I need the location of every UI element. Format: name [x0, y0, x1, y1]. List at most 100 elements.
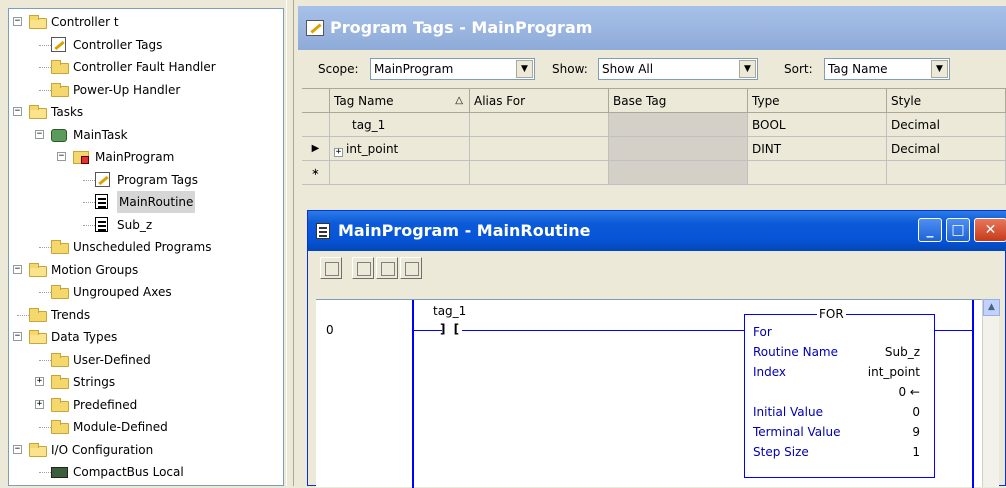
cell-alias[interactable] — [470, 113, 609, 137]
cell-type[interactable]: BOOL — [748, 113, 887, 137]
accept-edits-icon[interactable] — [352, 257, 374, 279]
tags-icon — [51, 36, 66, 52]
tree-item[interactable]: − MainProgram — [9, 146, 279, 168]
tree-item-label: Data Types — [51, 330, 118, 344]
rung-wire — [935, 330, 972, 331]
cell-name[interactable]: + int_point — [330, 137, 470, 161]
close-button[interactable]: ✕ — [974, 218, 1006, 242]
collapse-icon[interactable]: − — [35, 129, 44, 139]
for-param-label: Terminal Value — [753, 425, 841, 439]
tree-item[interactable]: − Controller t — [9, 11, 279, 33]
rung-number: 0 — [326, 323, 334, 337]
collapse-icon[interactable]: − — [13, 17, 22, 26]
program-tags-titlebar[interactable]: Program Tags - MainProgram — [298, 6, 1006, 50]
minimize-button[interactable]: _ — [918, 218, 942, 242]
tree-item[interactable]: Power-Up Handler — [9, 79, 279, 101]
collapse-icon[interactable]: − — [13, 264, 22, 274]
for-param-label: Routine Name — [753, 345, 838, 359]
cell-base[interactable] — [609, 137, 748, 161]
cell-name[interactable]: tag_1 — [330, 113, 470, 137]
for-instruction-block[interactable]: FOR For Routine Name Sub_z Index int_point 0… — [744, 307, 935, 478]
expand-icon[interactable]: + — [334, 148, 343, 157]
main-routine-titlebar[interactable]: MainProgram - MainRoutine _ □ ✕ — [308, 211, 1006, 251]
cell-style[interactable]: Decimal — [887, 113, 1006, 137]
row-header[interactable]: ∗ — [302, 161, 330, 185]
tree-item-label: Controller Tags — [73, 37, 163, 52]
cell-text: int_point — [346, 142, 399, 156]
chevron-down-icon[interactable]: ▼ — [931, 60, 948, 78]
cancel-edits-icon[interactable] — [376, 257, 398, 279]
row-header[interactable]: ▶ — [302, 137, 330, 161]
sort-label: Sort: — [784, 62, 813, 76]
for-param-value[interactable]: int_point — [868, 365, 920, 379]
tree-item[interactable]: Unscheduled Programs — [9, 236, 279, 258]
table-row[interactable]: ▶ + int_point DINT Decimal — [302, 137, 1006, 161]
chevron-down-icon[interactable]: ▼ — [516, 60, 533, 78]
cell-style[interactable] — [887, 161, 1006, 185]
cell-base[interactable] — [609, 113, 748, 137]
tree-item[interactable]: Controller Fault Handler — [9, 56, 279, 78]
tree-item[interactable]: User-Defined — [9, 349, 279, 371]
xic-contact[interactable]: ] [ — [440, 322, 461, 336]
column-tag-name[interactable]: Tag Name △ — [330, 89, 470, 113]
tree-item[interactable]: + Predefined — [9, 394, 279, 416]
tree-item[interactable]: + Strings — [9, 371, 279, 393]
scope-dropdown[interactable]: MainProgram ▼ — [370, 58, 535, 80]
rung-wire — [462, 330, 744, 331]
maximize-button[interactable]: □ — [946, 218, 970, 242]
table-row[interactable]: ∗ — [302, 161, 1006, 185]
collapse-icon[interactable]: − — [13, 107, 22, 116]
column-base-tag[interactable]: Base Tag — [609, 89, 748, 113]
tree-item[interactable]: MainRoutine — [9, 191, 279, 213]
pane-splitter[interactable] — [286, 0, 294, 486]
tree-item[interactable]: Module-Defined — [9, 416, 279, 438]
tree-item[interactable]: − I/O Configuration — [9, 439, 279, 461]
tree-item[interactable]: Sub_z — [9, 214, 279, 236]
cell-base[interactable] — [609, 161, 748, 185]
chevron-down-icon[interactable]: ▼ — [739, 60, 756, 78]
cell-type[interactable]: DINT — [748, 137, 887, 161]
collapse-icon[interactable]: − — [57, 152, 66, 161]
for-param-value[interactable]: Sub_z — [885, 345, 920, 359]
sort-dropdown[interactable]: Tag Name ▼ — [824, 58, 950, 80]
for-param-value[interactable]: 0 ← — [898, 385, 920, 399]
cell-alias[interactable] — [470, 161, 609, 185]
collapse-icon[interactable]: − — [13, 444, 22, 454]
tree-item[interactable]: − Motion Groups — [9, 259, 279, 281]
rung-edit-icon[interactable] — [320, 257, 342, 279]
routine-icon — [95, 194, 108, 209]
tree-item[interactable]: Program Tags — [9, 169, 279, 191]
ladder-editor[interactable]: 0 tag_1 ] [ FOR For Routine Name Sub_z Ind… — [316, 299, 982, 488]
table-row[interactable]: tag_1 BOOL Decimal — [302, 113, 1006, 137]
expand-icon[interactable]: + — [35, 399, 44, 409]
column-type[interactable]: Type — [748, 89, 887, 113]
tree-item[interactable]: CompactBus Local — [9, 461, 279, 483]
row-header[interactable] — [302, 113, 330, 137]
for-param-value[interactable]: 9 — [912, 425, 920, 439]
for-param-value[interactable]: 1 — [912, 445, 920, 459]
folder-icon — [51, 285, 69, 299]
tree-item[interactable]: Ungrouped Axes — [9, 281, 279, 303]
tree-item[interactable]: − Tasks — [9, 101, 279, 123]
cell-alias[interactable] — [470, 137, 609, 161]
scroll-up-arrow-icon[interactable]: ▲ — [983, 299, 1000, 316]
for-param-value[interactable]: 0 — [912, 405, 920, 419]
tree-item-label: Trends — [51, 307, 91, 322]
contact-tag-label[interactable]: tag_1 — [433, 304, 466, 318]
ladder-vertical-scrollbar[interactable]: ▲ — [982, 299, 1000, 487]
show-dropdown[interactable]: Show All ▼ — [598, 58, 758, 80]
tree-item[interactable]: Controller Tags — [9, 34, 279, 56]
tree-item[interactable]: Trends — [9, 304, 279, 326]
tree-item[interactable]: − Data Types — [9, 326, 279, 348]
cell-name[interactable] — [330, 161, 470, 185]
cell-style[interactable]: Decimal — [887, 137, 1006, 161]
expand-icon[interactable]: + — [35, 377, 44, 386]
collapse-icon[interactable]: − — [13, 332, 22, 341]
ladder-toolbar — [308, 251, 1006, 299]
tree-item-label: CompactBus Local — [73, 465, 184, 479]
assemble-edits-icon[interactable] — [400, 257, 422, 279]
column-alias-for[interactable]: Alias For — [470, 89, 609, 113]
column-style[interactable]: Style — [887, 89, 1006, 113]
cell-type[interactable] — [748, 161, 887, 185]
tree-item[interactable]: − MainTask — [9, 124, 279, 146]
